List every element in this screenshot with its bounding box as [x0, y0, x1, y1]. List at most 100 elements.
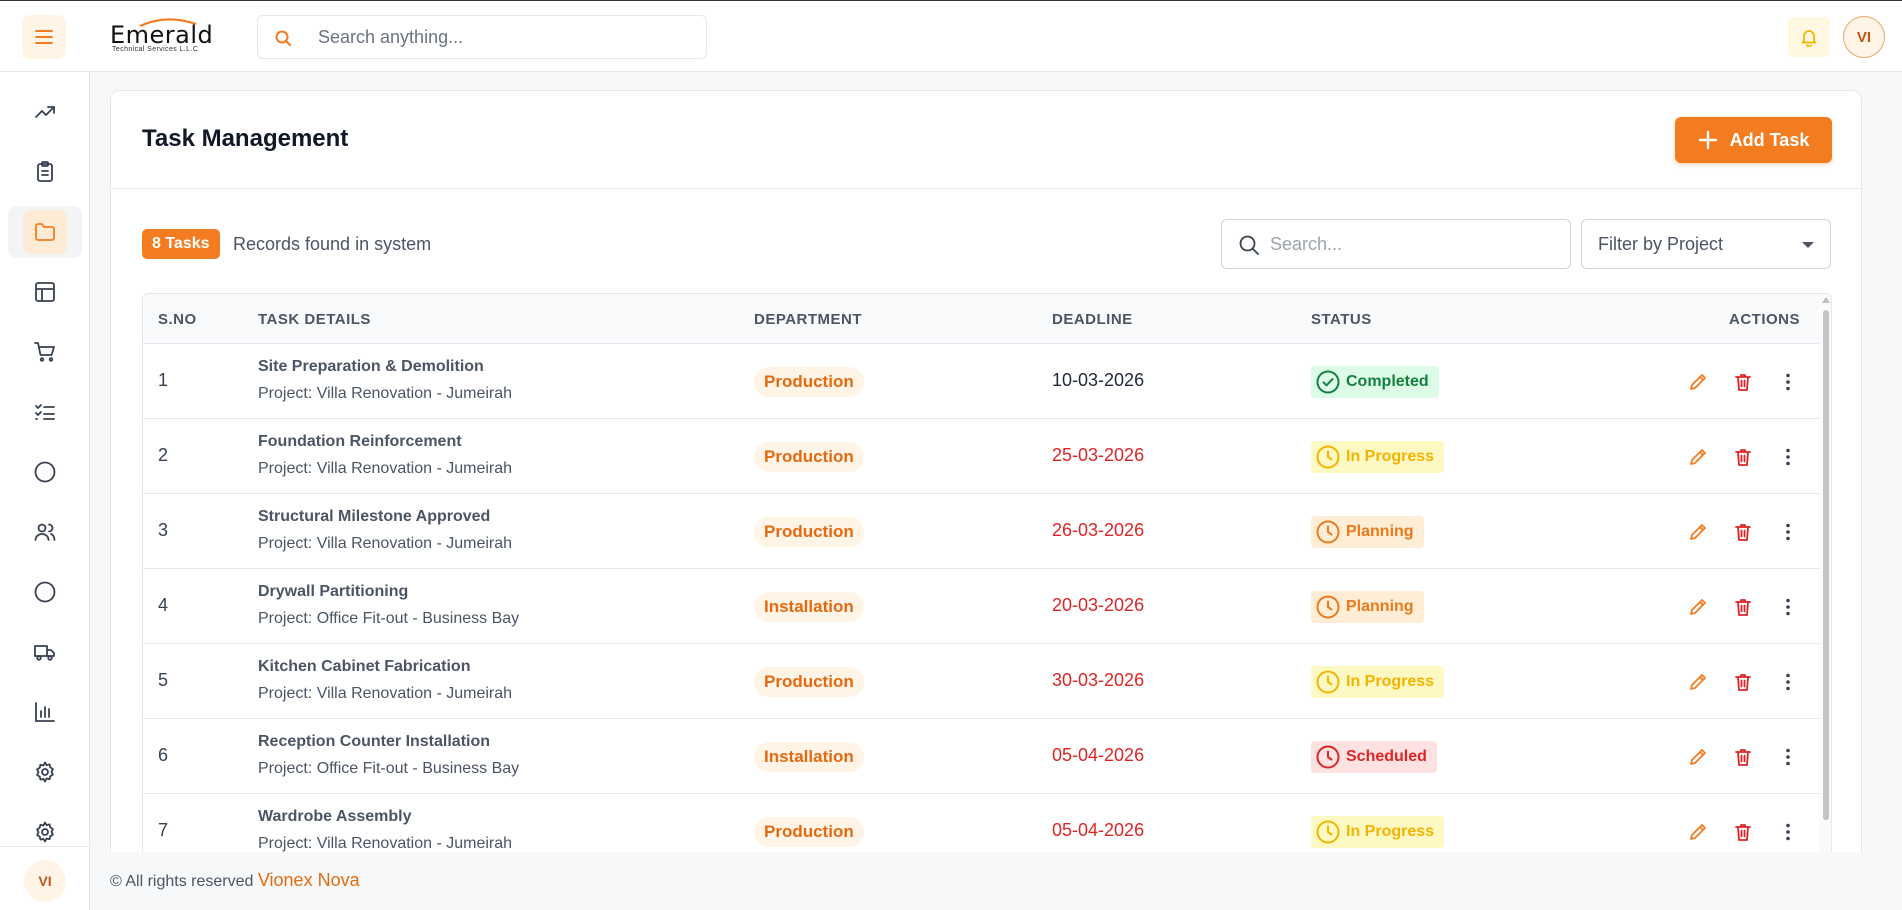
clock-icon: [1316, 520, 1340, 544]
global-search-input[interactable]: [318, 16, 698, 58]
table-row[interactable]: 7 Wardrobe Assembly Project: Villa Renov…: [143, 794, 1819, 852]
circle-icon: [34, 461, 56, 483]
deadline-date: 30-03-2026: [1052, 670, 1145, 690]
pencil-icon: [1690, 449, 1706, 465]
sidebar-item-settings-b[interactable]: [8, 806, 82, 846]
more-options-button[interactable]: [1773, 667, 1803, 697]
notifications-button[interactable]: [1788, 17, 1830, 57]
sidebar-item-tasks[interactable]: [8, 146, 82, 198]
task-project: Project: Villa Renovation - Jumeirah: [258, 685, 513, 702]
search-icon: [275, 30, 291, 46]
company-logo: Emerald Technical Services L.L.C: [108, 17, 223, 55]
table-row[interactable]: 4 Drywall Partitioning Project: Office F…: [143, 569, 1819, 644]
sidebar-item-users[interactable]: [8, 506, 82, 558]
more-vertical-icon: [1786, 448, 1790, 466]
header-department: DEPARTMENT: [754, 311, 863, 328]
sidebar-item-layout[interactable]: [8, 266, 82, 318]
circle-icon: [34, 581, 56, 603]
edit-button[interactable]: [1683, 517, 1713, 547]
sidebar-item-settings-a[interactable]: [8, 746, 82, 798]
deadline-date: 10-03-2026: [1052, 370, 1145, 390]
table-header: S.NO TASK DETAILS DEPARTMENT DEADLINE ST…: [143, 294, 1819, 344]
more-options-button[interactable]: [1773, 592, 1803, 622]
delete-button[interactable]: [1728, 742, 1758, 772]
edit-button[interactable]: [1683, 592, 1713, 622]
gear-icon: [36, 821, 54, 843]
scroll-thumb[interactable]: [1823, 310, 1829, 820]
trending-up-icon: [35, 106, 55, 118]
sidebar-item-analytics[interactable]: [8, 86, 82, 138]
delete-button[interactable]: [1728, 592, 1758, 622]
edit-button[interactable]: [1683, 442, 1713, 472]
sidebar: VI: [0, 72, 90, 910]
header-task-details: TASK DETAILS: [258, 311, 371, 328]
deadline-date: 26-03-2026: [1052, 520, 1145, 540]
edit-button[interactable]: [1683, 817, 1713, 847]
table-row[interactable]: 5 Kitchen Cabinet Fabrication Project: V…: [143, 644, 1819, 719]
header-sno: S.NO: [158, 311, 197, 328]
more-options-button[interactable]: [1773, 817, 1803, 847]
truck-icon: [34, 645, 55, 661]
delete-button[interactable]: [1728, 817, 1758, 847]
row-number: 2: [158, 445, 169, 465]
global-search: [257, 15, 707, 59]
more-options-button[interactable]: [1773, 742, 1803, 772]
edit-button[interactable]: [1683, 367, 1713, 397]
more-options-button[interactable]: [1773, 367, 1803, 397]
sidebar-item-checklist[interactable]: [8, 386, 82, 438]
scroll-up-arrow-icon[interactable]: [1822, 297, 1830, 303]
card-header: Task Management Add Task: [111, 91, 1861, 189]
edit-button[interactable]: [1683, 742, 1713, 772]
status-label: In Progress: [1346, 673, 1435, 690]
department-badge: Production: [754, 817, 864, 847]
sidebar-divider: [0, 846, 90, 847]
task-search-input[interactable]: [1270, 220, 1560, 268]
more-options-button[interactable]: [1773, 517, 1803, 547]
delete-button[interactable]: [1728, 517, 1758, 547]
records-found-text: Records found in system: [233, 234, 432, 254]
deadline-date: 05-04-2026: [1052, 745, 1145, 765]
header-status: STATUS: [1311, 311, 1372, 328]
sidebar-item-projects[interactable]: [8, 206, 82, 258]
table-scrollbar[interactable]: [1819, 294, 1831, 852]
more-vertical-icon: [1786, 598, 1790, 616]
delete-button[interactable]: [1728, 667, 1758, 697]
menu-button[interactable]: [22, 15, 66, 59]
project-filter-select[interactable]: Filter by Project: [1581, 219, 1831, 269]
table-row[interactable]: 3 Structural Milestone Approved Project:…: [143, 494, 1819, 569]
header-actions: ACTIONS: [1729, 311, 1800, 328]
clock-icon: [1316, 820, 1340, 844]
delete-button[interactable]: [1728, 367, 1758, 397]
footer: © All rights reserved Vionex Nova: [110, 870, 360, 891]
edit-button[interactable]: [1683, 667, 1713, 697]
table-row[interactable]: 6 Reception Counter Installation Project…: [143, 719, 1819, 794]
table-row[interactable]: 2 Foundation Reinforcement Project: Vill…: [143, 419, 1819, 494]
table-row[interactable]: 1 Site Preparation & Demolition Project:…: [143, 344, 1819, 419]
sidebar-item-circle-a[interactable]: [8, 446, 82, 498]
footer-brand-link[interactable]: Vionex Nova: [258, 870, 360, 890]
sidebar-item-delivery[interactable]: [8, 626, 82, 678]
more-options-button[interactable]: [1773, 442, 1803, 472]
task-search: [1221, 219, 1571, 269]
add-task-button[interactable]: Add Task: [1675, 117, 1832, 163]
task-name: Structural Milestone Approved: [258, 508, 491, 525]
trash-icon: [1735, 599, 1751, 616]
more-vertical-icon: [1786, 523, 1790, 541]
pencil-icon: [1690, 524, 1706, 540]
sidebar-item-orders[interactable]: [8, 326, 82, 378]
clock-icon: [1316, 595, 1340, 619]
user-avatar[interactable]: VI: [1843, 16, 1885, 58]
sidebar-item-circle-b[interactable]: [8, 566, 82, 618]
sidebar-item-reports[interactable]: [8, 686, 82, 738]
logo-main-text: Emerald: [110, 21, 214, 49]
task-name: Foundation Reinforcement: [258, 433, 462, 450]
status-badge: Scheduled: [1311, 741, 1437, 773]
sidebar-avatar[interactable]: VI: [24, 860, 66, 902]
layout-icon: [35, 282, 55, 302]
department-badge: Installation: [754, 742, 864, 772]
department-badge: Production: [754, 442, 864, 472]
clock-icon: [1316, 670, 1340, 694]
department-badge: Production: [754, 517, 864, 547]
delete-button[interactable]: [1728, 442, 1758, 472]
status-label: Scheduled: [1346, 748, 1427, 765]
